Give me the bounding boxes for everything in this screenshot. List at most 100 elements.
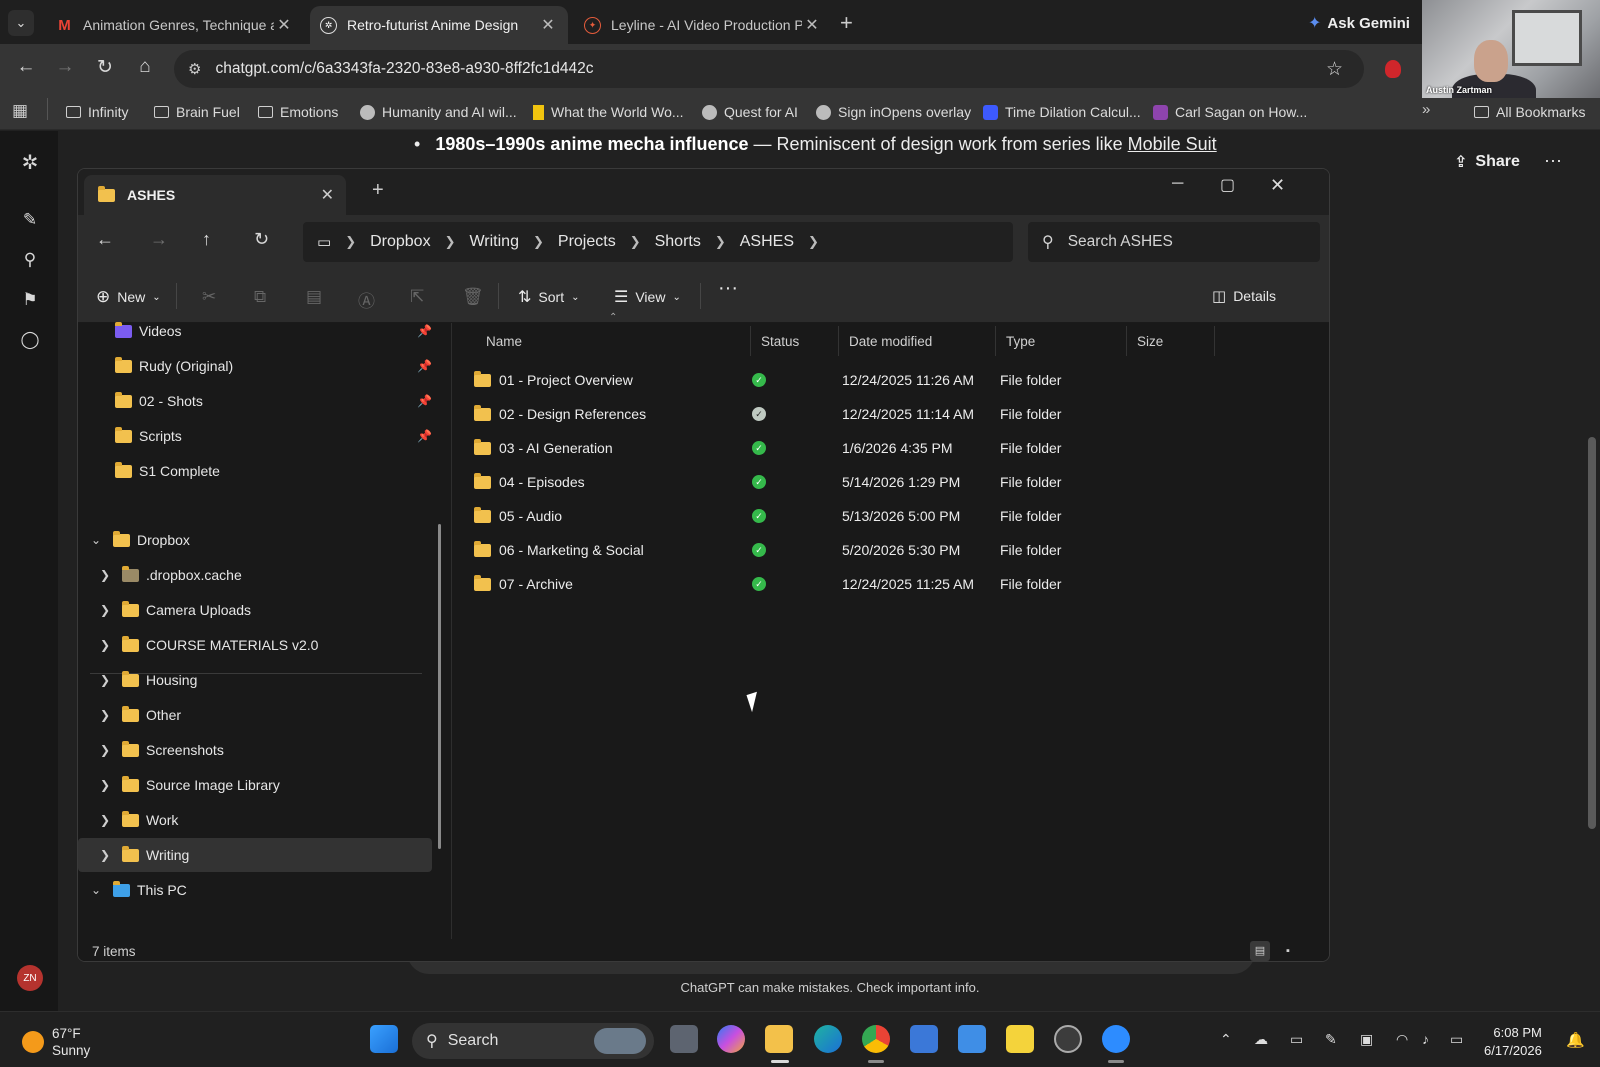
pin-icon[interactable]: 📌 — [417, 429, 432, 443]
tree-item[interactable]: ❯ .dropbox.cache — [78, 558, 432, 592]
edge-icon[interactable] — [814, 1025, 842, 1053]
bookmark-star-icon[interactable]: ☆ — [1326, 58, 1343, 81]
bookmark-item[interactable]: Time Dilation Calcul... — [983, 101, 1141, 123]
file-row[interactable]: 02 - Design References ✓ 12/24/2025 11:14 … — [462, 397, 1262, 431]
forward-arrow-icon[interactable]: → — [150, 229, 168, 250]
delete-icon[interactable]: 🗑 — [462, 287, 484, 307]
chevron-right-icon[interactable]: ❯ — [98, 568, 112, 582]
clock[interactable]: 6:08 PM 6/17/2026 — [1484, 1024, 1542, 1060]
sticky-notes-icon[interactable] — [1006, 1025, 1034, 1053]
scrollbar-thumb[interactable] — [1588, 437, 1596, 829]
quick-access-item[interactable]: S1 Complete — [78, 454, 432, 488]
up-arrow-icon[interactable]: ↑ — [202, 229, 211, 250]
chevron-down-icon[interactable]: ⌄ — [89, 533, 103, 547]
volume-icon[interactable]: ♪ — [1422, 1031, 1429, 1047]
new-tab-plus-icon[interactable]: + — [372, 179, 384, 202]
cast-icon[interactable]: ▭ — [1290, 1031, 1303, 1048]
tree-item-dropbox[interactable]: ⌄ Dropbox — [78, 523, 432, 557]
tree-item-this-pc[interactable]: ⌄ This PC — [78, 873, 432, 907]
page-scrollbar[interactable] — [1582, 131, 1600, 1011]
tab-search-button[interactable]: ⌄ — [8, 10, 34, 36]
file-row[interactable]: 04 - Episodes ✓ 5/14/2026 1:29 PM File fold… — [462, 465, 1262, 499]
reload-icon[interactable]: ↻ — [91, 56, 119, 79]
chevron-right-icon[interactable]: ❯ — [98, 848, 112, 862]
sort-button[interactable]: ⇅ Sort ⌄ — [518, 287, 579, 307]
copilot-icon[interactable] — [717, 1025, 745, 1053]
tree-item[interactable]: ❯ Screenshots — [78, 733, 432, 767]
maximize-icon[interactable]: ▢ — [1220, 175, 1235, 195]
more-options-icon[interactable]: ··· — [718, 277, 738, 300]
nav-scrollbar[interactable] — [438, 524, 441, 849]
pen-icon[interactable]: ✎ — [1325, 1031, 1337, 1048]
bookmark-item[interactable]: Humanity and AI wil... — [360, 101, 517, 123]
browser-tab-active[interactable]: ✲ Retro-futurist Anime Design ✕ — [310, 6, 568, 44]
details-view-icon[interactable]: ▤ — [1250, 941, 1270, 961]
more-bookmarks-chevron-icon[interactable]: » — [1422, 101, 1430, 118]
back-arrow-icon[interactable]: ← — [96, 229, 114, 250]
chevron-down-icon[interactable]: ⌄ — [89, 883, 103, 897]
chevron-right-icon[interactable]: ❯ — [98, 638, 112, 652]
quick-access-item[interactable]: Videos 📌 — [78, 314, 432, 348]
snipping-tool-icon[interactable] — [958, 1025, 986, 1053]
bookmark-item[interactable]: Carl Sagan on How... — [1153, 101, 1307, 123]
openai-logo-icon[interactable]: ✲ — [18, 150, 42, 174]
bookmark-item[interactable]: Brain Fuel — [154, 101, 240, 123]
pin-icon[interactable]: ⚑ — [18, 290, 42, 314]
tray-chevron-up-icon[interactable]: ⌃ — [1220, 1031, 1232, 1048]
notifications-bell-icon[interactable]: 🔔 — [1566, 1031, 1585, 1049]
bookmark-item[interactable]: Sign inOpens overlay — [816, 101, 971, 123]
column-name[interactable]: Name — [462, 326, 751, 356]
bookmark-item[interactable]: What the World Wo... — [533, 101, 684, 123]
explorer-tab[interactable]: ASHES ✕ — [84, 175, 346, 215]
breadcrumb-item[interactable]: Projects — [558, 233, 616, 251]
back-arrow-icon[interactable]: ← — [12, 56, 40, 78]
chrome-icon[interactable] — [862, 1025, 890, 1053]
close-tab-icon[interactable]: ✕ — [802, 15, 822, 35]
minimize-icon[interactable]: ─ — [1172, 175, 1183, 193]
chevron-right-icon[interactable]: ❯ — [98, 603, 112, 617]
pin-icon[interactable]: 📌 — [417, 394, 432, 408]
pin-icon[interactable]: 📌 — [417, 359, 432, 373]
tree-item[interactable]: ❯ Source Image Library — [78, 768, 432, 802]
store-icon[interactable] — [910, 1025, 938, 1053]
quick-access-item[interactable]: Scripts 📌 — [78, 419, 432, 453]
onedrive-icon[interactable]: ☁ — [1254, 1031, 1268, 1048]
quick-access-item[interactable]: Rudy (Original) 📌 — [78, 349, 432, 383]
breadcrumb-item[interactable]: Writing — [469, 233, 519, 251]
tree-item[interactable]: ❯ Other — [78, 698, 432, 732]
tiles-view-icon[interactable]: ▪ — [1278, 941, 1298, 961]
tree-item-writing-selected[interactable]: ❯ Writing — [78, 838, 432, 872]
browser-tab[interactable]: ✦ Leyline - AI Video Production P ✕ — [574, 6, 832, 44]
windows-start-icon[interactable] — [370, 1025, 398, 1053]
browser-tab[interactable]: M Animation Genres, Technique a ✕ — [46, 6, 304, 44]
quick-access-item[interactable]: 02 - Shots 📌 — [78, 384, 432, 418]
bookmark-item[interactable]: Quest for AI — [702, 101, 798, 123]
pane-splitter[interactable] — [451, 323, 452, 939]
new-tab-plus-icon[interactable]: + — [840, 10, 853, 36]
close-tab-icon[interactable]: ✕ — [538, 15, 558, 35]
close-tab-icon[interactable]: ✕ — [321, 185, 334, 205]
chevron-right-icon[interactable]: ❯ — [98, 778, 112, 792]
wifi-icon[interactable]: ◠ — [1396, 1031, 1408, 1048]
search-icon[interactable]: ⚲ — [18, 250, 42, 274]
tree-item[interactable]: ❯ Housing — [78, 663, 432, 697]
bookmark-item[interactable]: Emotions — [258, 101, 338, 123]
ask-gemini-button[interactable]: ✦ Ask Gemini — [1308, 10, 1410, 36]
battery-icon[interactable]: ▭ — [1450, 1031, 1463, 1048]
close-tab-icon[interactable]: ✕ — [274, 15, 294, 35]
weather-widget[interactable]: 67°F Sunny — [22, 1025, 90, 1059]
chevron-right-icon[interactable]: ❯ — [98, 708, 112, 722]
tree-item[interactable]: ❯ Camera Uploads — [78, 593, 432, 627]
extension-icon[interactable] — [1385, 60, 1401, 78]
view-button[interactable]: ☰ View ⌄ — [614, 287, 681, 307]
copy-icon[interactable]: ⧉ — [254, 287, 266, 307]
home-icon[interactable]: ⌂ — [131, 56, 159, 78]
search-input[interactable]: ⚲ Search ASHES — [1028, 222, 1320, 262]
bookmark-item[interactable]: Infinity — [66, 101, 128, 123]
file-row[interactable]: 03 - AI Generation ✓ 1/6/2026 4:35 PM File … — [462, 431, 1262, 465]
column-type[interactable]: Type — [996, 326, 1127, 356]
cut-icon[interactable]: ✂ — [202, 287, 216, 307]
file-row[interactable]: 01 - Project Overview ✓ 12/24/2025 11:26 A… — [462, 363, 1262, 397]
zoom-icon[interactable] — [1102, 1025, 1130, 1053]
share-button[interactable]: ⇪ Share — [1454, 152, 1520, 172]
